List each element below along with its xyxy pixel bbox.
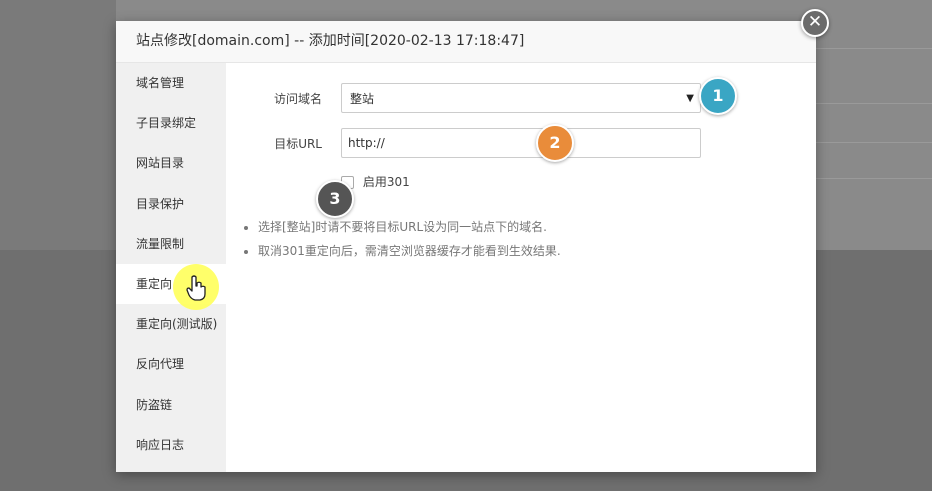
sidebar-item-hotlink-protection[interactable]: 防盗链 xyxy=(116,385,226,425)
close-button[interactable]: ✕ xyxy=(801,9,829,37)
close-icon: ✕ xyxy=(807,12,823,32)
target-url-input[interactable] xyxy=(341,128,701,158)
target-url-label: 目标URL xyxy=(274,137,322,151)
sidebar-item-response-log[interactable]: 响应日志 xyxy=(116,425,226,465)
domain-select-value: 整站 xyxy=(350,92,375,106)
help-notes: 选择[整站]时请不要将目标URL设为同一站点下的域名. 取消301重定向后，需清… xyxy=(236,215,561,263)
dialog-title: 站点修改[domain.com] -- 添加时间[2020-02-13 17:1… xyxy=(116,21,816,63)
target-url-row: 目标URL xyxy=(226,128,816,160)
chevron-down-icon: ▼ xyxy=(686,93,694,104)
sidebar-item-redirect-beta[interactable]: 重定向(测试版) xyxy=(116,304,226,344)
hand-pointer-icon xyxy=(186,275,206,301)
help-note: 选择[整站]时请不要将目标URL设为同一站点下的域名. xyxy=(258,215,561,239)
sidebar-item-directory-protection[interactable]: 目录保护 xyxy=(116,184,226,224)
sidebar-item-domain-management[interactable]: 域名管理 xyxy=(116,63,226,103)
step-badge-2: 2 xyxy=(536,124,574,162)
sidebar-item-subdirectory-binding[interactable]: 子目录绑定 xyxy=(116,103,226,143)
step-badge-1: 1 xyxy=(699,77,737,115)
sidebar-item-reverse-proxy[interactable]: 反向代理 xyxy=(116,344,226,384)
redirect-panel: 访问域名 整站 ▼ 目标URL 启用301 选择[整站]时请不要将目标URL设为… xyxy=(226,63,816,472)
domain-select[interactable]: 整站 ▼ xyxy=(341,83,701,113)
sidebar-item-site-directory[interactable]: 网站目录 xyxy=(116,143,226,183)
domain-label: 访问域名 xyxy=(273,92,322,106)
step-badge-3: 3 xyxy=(316,180,354,218)
enable-301-label[interactable]: 启用301 xyxy=(363,175,410,189)
sidebar-item-traffic-limit[interactable]: 流量限制 xyxy=(116,224,226,264)
help-note: 取消301重定向后，需清空浏览器缓存才能看到生效结果. xyxy=(258,239,561,263)
